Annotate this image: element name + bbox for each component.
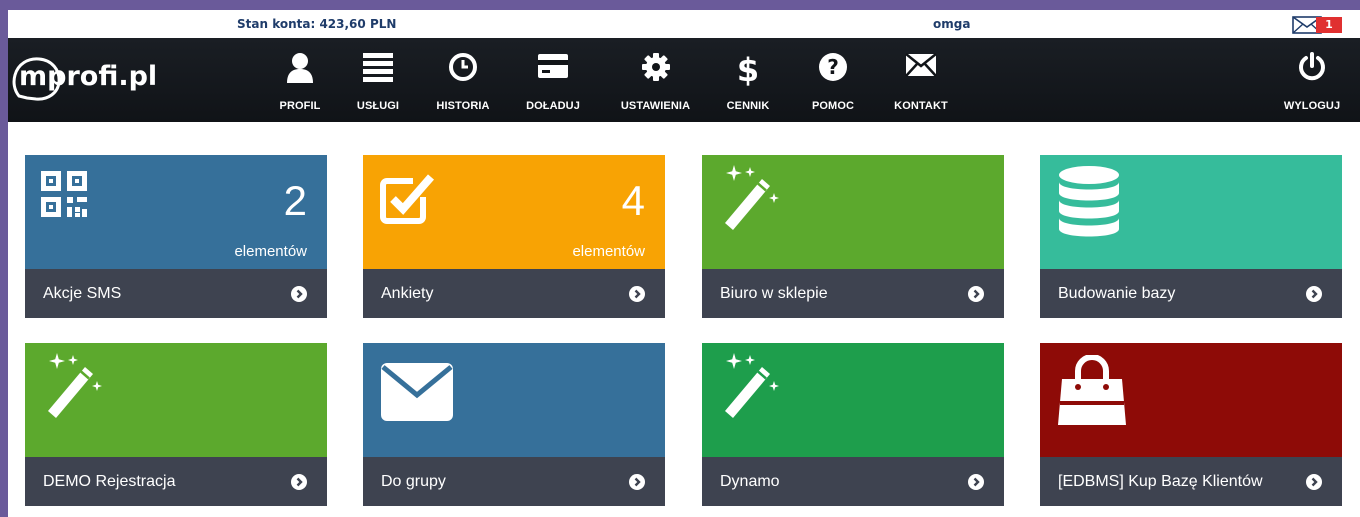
- svg-text:?: ?: [827, 55, 839, 79]
- chevron-circle-right-icon: [629, 286, 645, 302]
- magic-wand-icon: [48, 353, 102, 418]
- tile-label: [EDBMS] Kup Bazę Klientów: [1058, 473, 1263, 490]
- unread-count-badge: 1: [1316, 17, 1342, 33]
- list-icon: [363, 53, 393, 82]
- tile-footer: DEMO Rejestracja: [25, 457, 327, 506]
- tile-budowanie-bazy[interactable]: Budowanie bazy: [1040, 155, 1342, 318]
- mprofi-logo-icon: mprofi.pl: [12, 57, 157, 101]
- nav-uslugi[interactable]: USŁUGI: [348, 38, 408, 122]
- main-navbar: mprofi.pl PROFIL USŁUGI HISTORIA DOŁADUJ…: [8, 38, 1360, 122]
- svg-text:mprofi.pl: mprofi.pl: [19, 61, 157, 92]
- nav-profil[interactable]: PROFIL: [270, 38, 330, 122]
- checkbox-icon: [380, 174, 435, 224]
- top-bar: Stan konta: 423,60 PLN omga 1: [8, 10, 1360, 38]
- nav-label: WYLOGUJ: [1283, 100, 1341, 112]
- tile-label: Dynamo: [720, 473, 780, 490]
- tile-label: Biuro w sklepie: [720, 285, 828, 302]
- envelope-icon: [905, 53, 937, 77]
- power-icon: [1299, 52, 1325, 81]
- magic-wand-icon: [725, 353, 779, 418]
- nav-label: DOŁADUJ: [526, 100, 580, 112]
- tile-do-grupy[interactable]: Do grupy: [363, 343, 665, 506]
- tile-header: [702, 155, 1004, 269]
- nav-doladuj[interactable]: DOŁADUJ: [518, 38, 588, 122]
- chevron-circle-right-icon: [291, 474, 307, 490]
- tile-footer: Dynamo: [702, 457, 1004, 506]
- nav-label: USTAWIENIA: [620, 100, 691, 112]
- qr-code-icon: [41, 171, 87, 217]
- nav-label: USŁUGI: [356, 100, 400, 112]
- tile-label: Budowanie bazy: [1058, 285, 1176, 302]
- tile-header: [1040, 155, 1342, 269]
- credit-card-icon: [538, 54, 568, 78]
- tile-demo-rejestracja[interactable]: DEMO Rejestracja: [25, 343, 327, 506]
- tile-count-unit: elementów: [234, 243, 307, 260]
- tile-count-unit: elementów: [572, 243, 645, 260]
- magic-wand-icon: [725, 165, 779, 230]
- nav-cennik[interactable]: $ CENNIK: [718, 38, 778, 122]
- envelope-icon: [381, 363, 453, 421]
- tile-footer: Do grupy: [363, 457, 665, 506]
- nav-pomoc[interactable]: ? POMOC: [803, 38, 863, 122]
- tile-count: 2: [283, 177, 307, 224]
- nav-label: KONTAKT: [894, 100, 948, 112]
- nav-ustawienia[interactable]: USTAWIENIA: [613, 38, 698, 122]
- nav-kontakt[interactable]: KONTAKT: [883, 38, 959, 122]
- messages-button[interactable]: 1: [1292, 15, 1346, 35]
- tile-footer: Budowanie bazy: [1040, 269, 1342, 318]
- mprofi-logo[interactable]: mprofi.pl: [12, 52, 172, 102]
- chevron-circle-right-icon: [1306, 474, 1322, 490]
- tile-count: 4: [621, 177, 645, 224]
- tile-dynamo[interactable]: Dynamo: [702, 343, 1004, 506]
- nav-label: POMOC: [811, 100, 855, 112]
- database-icon: [1059, 166, 1119, 237]
- tile-biuro-w-sklepie[interactable]: Biuro w sklepie: [702, 155, 1004, 318]
- shopping-bag-icon: [1058, 355, 1126, 425]
- svg-text:$: $: [737, 52, 759, 86]
- account-balance: Stan konta: 423,60 PLN: [237, 17, 397, 31]
- app-frame: Stan konta: 423,60 PLN omga 1 mprofi.pl: [8, 10, 1360, 517]
- tile-edbms-kup-baze-klientow[interactable]: [EDBMS] Kup Bazę Klientów: [1040, 343, 1342, 506]
- tile-label: Akcje SMS: [43, 285, 122, 302]
- tile-header: [1040, 343, 1342, 457]
- tile-header: 2 elementów: [25, 155, 327, 269]
- tile-akcje-sms[interactable]: 2 elementów Akcje SMS: [25, 155, 327, 318]
- tile-header: [363, 343, 665, 457]
- dollar-icon: $: [737, 52, 759, 86]
- chevron-circle-right-icon: [291, 286, 307, 302]
- username[interactable]: omga: [933, 17, 970, 31]
- chevron-circle-right-icon: [968, 286, 984, 302]
- nav-wyloguj[interactable]: WYLOGUJ: [1274, 38, 1350, 122]
- tile-footer: Ankiety: [363, 269, 665, 318]
- gear-icon: [641, 53, 670, 81]
- tile-label: Do grupy: [381, 473, 446, 490]
- clock-icon: [449, 53, 477, 81]
- tile-header: 4 elementów: [363, 155, 665, 269]
- question-icon: ?: [819, 53, 847, 81]
- nav-label: HISTORIA: [436, 100, 490, 112]
- nav-label: PROFIL: [279, 100, 321, 112]
- tile-footer: [EDBMS] Kup Bazę Klientów: [1040, 457, 1342, 506]
- tile-ankiety[interactable]: 4 elementów Ankiety: [363, 155, 665, 318]
- tile-header: [702, 343, 1004, 457]
- tile-footer: Akcje SMS: [25, 269, 327, 318]
- tile-label: DEMO Rejestracja: [43, 473, 176, 490]
- nav-historia[interactable]: HISTORIA: [428, 38, 498, 122]
- chevron-circle-right-icon: [968, 474, 984, 490]
- chevron-circle-right-icon: [1306, 286, 1322, 302]
- tile-label: Ankiety: [381, 285, 434, 302]
- chevron-circle-right-icon: [629, 474, 645, 490]
- tile-header: [25, 343, 327, 457]
- user-icon: [287, 53, 313, 83]
- nav-label: CENNIK: [726, 100, 770, 112]
- tile-footer: Biuro w sklepie: [702, 269, 1004, 318]
